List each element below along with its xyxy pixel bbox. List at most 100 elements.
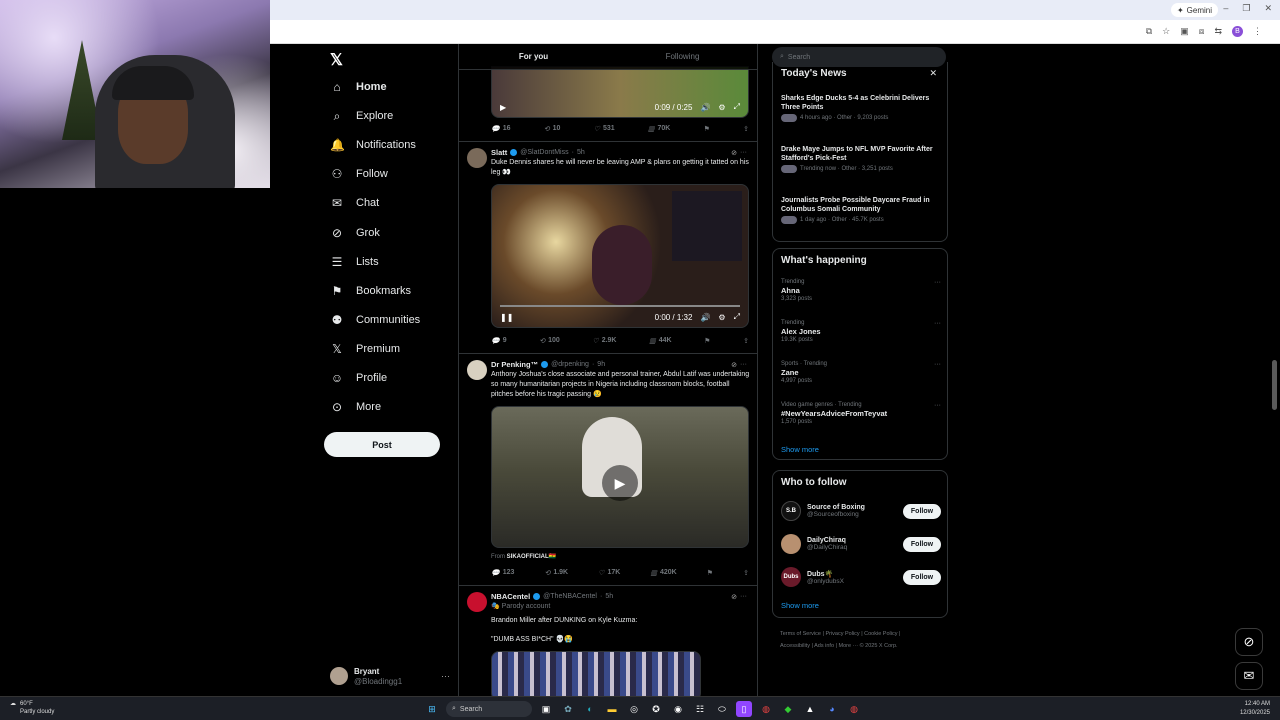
show-more-link[interactable]: Show more xyxy=(781,445,819,454)
twitch-icon[interactable]: ▯ xyxy=(736,701,752,717)
reply-button[interactable]: 💬 16 xyxy=(491,125,511,137)
settings-icon[interactable]: ⚙ xyxy=(718,313,725,322)
translate-icon[interactable]: ⇆ xyxy=(1214,26,1222,37)
x-logo-icon[interactable]: 𝕏 xyxy=(330,50,343,70)
sidebar-item-notifications[interactable]: 🔔 Notifications xyxy=(330,134,416,156)
install-icon[interactable]: ⧉ xyxy=(1146,26,1152,37)
fullscreen-icon[interactable]: ⤢ xyxy=(734,102,740,112)
sidebar-item-more[interactable]: ⊙ More xyxy=(330,396,381,418)
news-item[interactable]: Sharks Edge Ducks 5-4 as Celebrini Deliv… xyxy=(781,94,941,122)
system-clock[interactable]: 12:40 AM 12/30/2025 xyxy=(1240,700,1270,718)
sidebar-item-grok[interactable]: ⊘ Grok xyxy=(330,222,380,244)
video-player[interactable]: ▶ 0:09 / 0:25 🔊 ⚙ ⤢ xyxy=(491,66,749,118)
trend-item[interactable]: Video game genres · Trending #NewYearsAd… xyxy=(781,402,941,425)
footer-links[interactable]: Terms of Service | Privacy Policy | Cook… xyxy=(780,628,940,640)
sidepanel-icon[interactable]: ▣ xyxy=(1180,26,1189,37)
volume-icon[interactable]: 🔊 xyxy=(700,313,710,322)
more-icon[interactable]: ··· xyxy=(934,361,941,368)
gemini-button[interactable]: ✦ Gemini xyxy=(1170,3,1218,17)
pause-icon[interactable]: ❚❚ xyxy=(500,313,513,322)
sidebar-item-profile[interactable]: ☺ Profile xyxy=(330,367,387,389)
sidebar-item-premium[interactable]: 𝕏 Premium xyxy=(330,338,400,360)
video-player[interactable]: ❚❚ 0:00 / 1:32 🔊 ⚙ ⤢ xyxy=(491,184,749,328)
avatar[interactable] xyxy=(467,360,487,380)
app-icon[interactable]: ✪ xyxy=(648,701,664,717)
follow-suggestion[interactable]: Dubs Dubs🌴 @onlydubsX Follow xyxy=(781,565,941,589)
author-name[interactable]: NBACentel xyxy=(491,592,530,601)
share-icon[interactable]: ⇪ xyxy=(743,337,749,349)
bookmark-icon[interactable]: ⚑ xyxy=(707,569,713,581)
author-name[interactable]: Dr Penking™ xyxy=(491,360,538,369)
post-button[interactable]: Post xyxy=(324,432,440,457)
play-icon[interactable]: ▶ xyxy=(500,103,506,112)
news-item[interactable]: Drake Maye Jumps to NFL MVP Favorite Aft… xyxy=(781,145,941,173)
sidebar-item-bookmarks[interactable]: ⚑ Bookmarks xyxy=(330,280,411,302)
more-icon[interactable]: ··· xyxy=(740,149,747,156)
tweet-time[interactable]: 5h xyxy=(605,593,613,600)
extensions-icon[interactable]: ⧈ xyxy=(1199,26,1205,37)
messages-icon[interactable]: ✉ xyxy=(1235,662,1263,690)
follow-button[interactable]: Follow xyxy=(903,536,941,552)
share-icon[interactable]: ⇪ xyxy=(743,569,749,581)
avatar[interactable] xyxy=(467,592,487,612)
more-icon[interactable]: ··· xyxy=(441,671,450,681)
tab-following[interactable]: Following xyxy=(608,44,757,69)
minimize-icon[interactable]: – xyxy=(1223,3,1228,14)
author-handle[interactable]: @TheNBACentel xyxy=(543,593,597,600)
more-icon[interactable]: ··· xyxy=(740,361,747,368)
app-icon[interactable]: ⬭ xyxy=(714,701,730,717)
progress-bar[interactable] xyxy=(500,305,740,307)
more-icon[interactable]: ··· xyxy=(740,593,747,600)
show-more-link[interactable]: Show more xyxy=(781,601,819,610)
windows-start-icon[interactable]: ⊞ xyxy=(424,701,440,717)
more-icon[interactable]: ··· xyxy=(934,279,941,286)
discord-icon[interactable]: ◕ xyxy=(824,701,840,717)
weather-widget[interactable]: ☁ 60°F Partly cloudy xyxy=(10,700,54,716)
follow-suggestion[interactable]: DailyChiraq @DailyChiraq Follow xyxy=(781,532,941,556)
author-handle[interactable]: @drpenking xyxy=(551,361,589,368)
grok-icon[interactable]: ⊘ xyxy=(731,593,737,601)
repost-button[interactable]: ⟲ 10 xyxy=(544,125,561,137)
share-icon[interactable]: ⇪ xyxy=(743,125,749,137)
views-button[interactable]: ▥ 70K xyxy=(648,125,670,137)
grok-icon[interactable]: ⊘ xyxy=(731,361,737,369)
widgets-icon[interactable]: ✿ xyxy=(560,701,576,717)
taskbar-search[interactable]: ⌕ Search xyxy=(446,701,532,717)
tab-for-you[interactable]: For you xyxy=(459,44,608,69)
edge-icon[interactable]: ◐ xyxy=(582,701,598,717)
repost-button[interactable]: ⟲ 100 xyxy=(539,337,560,349)
follow-button[interactable]: Follow xyxy=(903,503,941,519)
star-icon[interactable]: ☆ xyxy=(1162,26,1170,37)
sidebar-item-home[interactable]: ⌂ Home xyxy=(330,76,386,98)
video-player[interactable] xyxy=(491,651,701,696)
obs-icon[interactable]: ◉ xyxy=(670,701,686,717)
tweet-time[interactable]: 5h xyxy=(577,149,585,156)
sidebar-item-follow[interactable]: ⚇ Follow xyxy=(330,163,388,185)
trend-item[interactable]: Trending Alex Jones 19.3K posts ··· xyxy=(781,320,941,343)
steam-icon[interactable]: ◎ xyxy=(626,701,642,717)
like-button[interactable]: ♡ 2.9K xyxy=(592,337,616,349)
tweet-time[interactable]: 9h xyxy=(597,361,605,368)
close-icon[interactable]: ✕ xyxy=(929,68,937,79)
more-icon[interactable]: ··· xyxy=(934,402,941,409)
sidebar-item-explore[interactable]: ⌕ Explore xyxy=(330,105,394,127)
trend-item[interactable]: Trending Ahna 3,323 posts ··· xyxy=(781,279,941,302)
grok-icon[interactable]: ⊘ xyxy=(1235,628,1263,656)
app-icon[interactable]: ◆ xyxy=(780,701,796,717)
chrome-icon[interactable]: ◍ xyxy=(758,701,774,717)
repost-button[interactable]: ⟲ 1.9K xyxy=(544,569,568,581)
bookmark-icon[interactable]: ⚑ xyxy=(704,125,710,137)
grok-icon[interactable]: ⊘ xyxy=(731,149,737,157)
reply-button[interactable]: 💬 9 xyxy=(491,337,507,349)
close-window-icon[interactable]: ✕ xyxy=(1264,3,1272,14)
avatar[interactable] xyxy=(467,148,487,168)
fullscreen-icon[interactable]: ⤢ xyxy=(734,312,740,322)
volume-icon[interactable]: 🔊 xyxy=(700,103,710,112)
source-link[interactable]: SIKAOFFICIAL🇬🇭 xyxy=(507,554,556,560)
file-explorer-icon[interactable]: ▬ xyxy=(604,701,620,717)
like-button[interactable]: ♡ 17K xyxy=(598,569,620,581)
profile-avatar[interactable]: B xyxy=(1232,26,1243,37)
sidebar-item-chat[interactable]: ✉ Chat xyxy=(330,192,379,214)
like-button[interactable]: ♡ 531 xyxy=(594,125,615,137)
sidebar-item-lists[interactable]: ☰ Lists xyxy=(330,251,379,273)
